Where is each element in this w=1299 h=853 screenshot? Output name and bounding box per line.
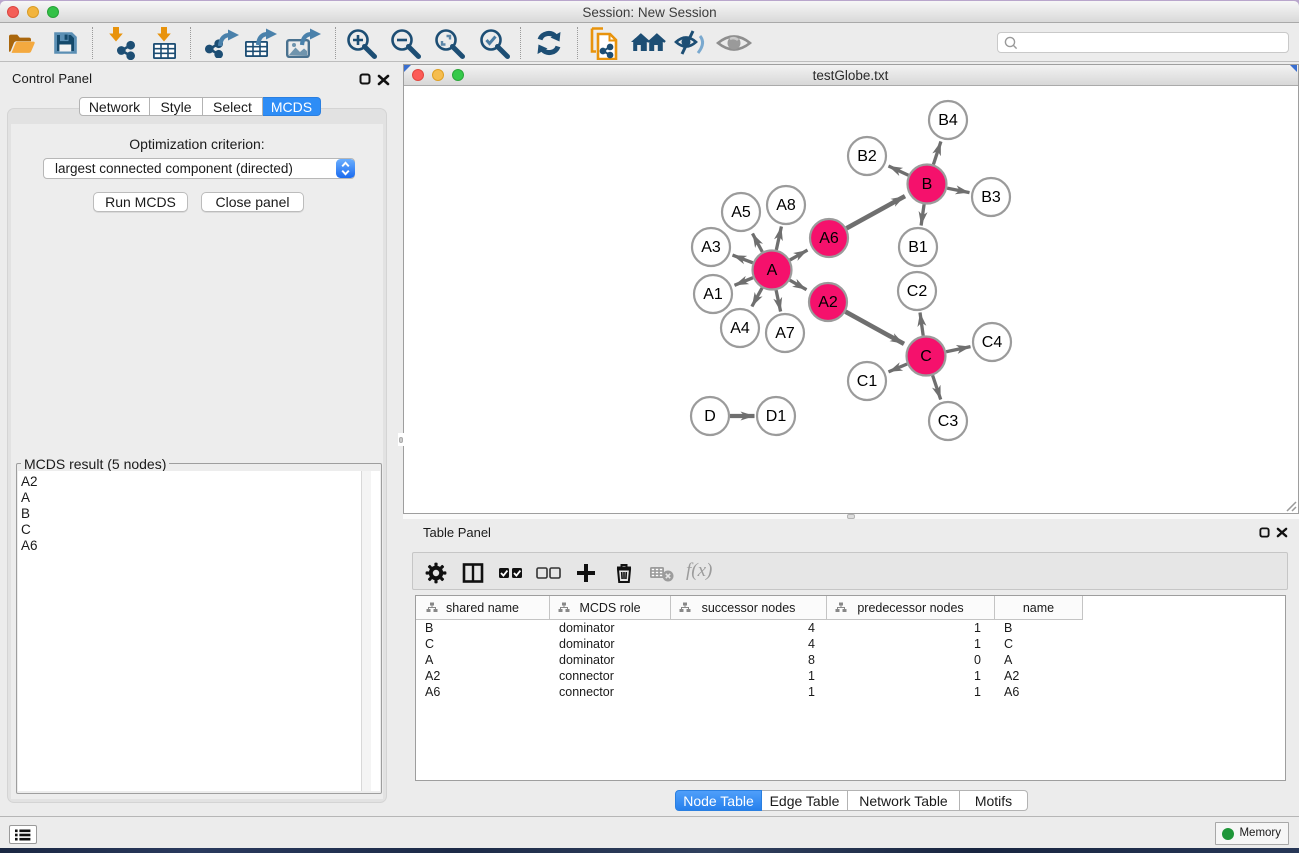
svg-text:B2: B2 — [857, 148, 877, 165]
svg-text:A3: A3 — [701, 239, 721, 256]
svg-text:A4: A4 — [730, 320, 750, 337]
svg-text:B3: B3 — [981, 189, 1001, 206]
svg-text:A1: A1 — [703, 286, 723, 303]
svg-text:A8: A8 — [776, 197, 796, 214]
svg-text:A5: A5 — [731, 204, 751, 221]
svg-text:C: C — [920, 348, 932, 365]
svg-text:B: B — [922, 176, 933, 193]
svg-text:B4: B4 — [938, 112, 958, 129]
svg-text:C2: C2 — [907, 283, 928, 300]
svg-text:D1: D1 — [766, 408, 787, 425]
svg-text:A: A — [767, 262, 778, 279]
svg-text:D: D — [704, 408, 716, 425]
svg-text:A2: A2 — [818, 294, 838, 311]
svg-text:C4: C4 — [982, 334, 1003, 351]
svg-text:C1: C1 — [857, 373, 878, 390]
svg-text:B1: B1 — [908, 239, 928, 256]
svg-text:A6: A6 — [819, 230, 839, 247]
svg-text:C3: C3 — [938, 413, 959, 430]
svg-text:A7: A7 — [775, 325, 795, 342]
